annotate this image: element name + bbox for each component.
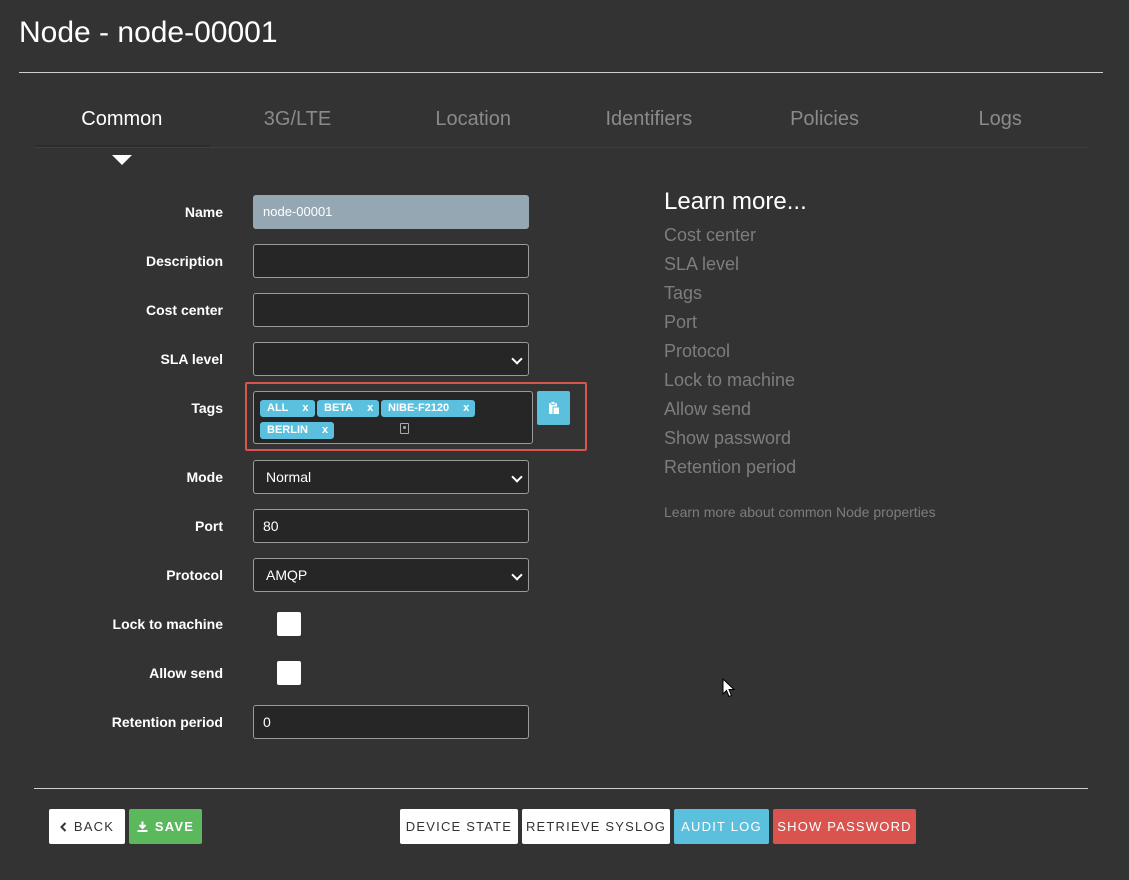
show-password-button[interactable]: SHOW PASSWORD [773,809,916,844]
tag-all: ALL x [260,400,315,417]
tag-remove-icon[interactable]: x [302,402,308,414]
chevron-left-icon [59,821,67,832]
tag-berlin: BERLIN x [260,422,335,439]
allow-send-checkbox[interactable] [277,661,301,685]
mode-value: Normal [266,469,312,485]
clipboard-icon [548,401,560,415]
learn-more-link-protocol[interactable]: Protocol [664,340,796,369]
learn-more-link-cost-center[interactable]: Cost center [664,224,796,253]
port-field[interactable]: 80 [253,509,529,543]
name-row: Name node-00001 [34,195,534,229]
lock-to-machine-row: Lock to machine [34,607,534,641]
tab-logs[interactable]: Logs [912,95,1088,147]
cost-center-field[interactable] [253,293,529,327]
mode-select[interactable]: Normal [253,460,529,494]
learn-more-link-lock-to-machine[interactable]: Lock to machine [664,369,796,398]
sla-level-label: SLA level [160,351,223,367]
retention-period-label: Retention period [111,714,223,730]
protocol-row: Protocol AMQP [34,558,534,592]
port-row: Port 80 [34,509,534,543]
description-label: Description [145,253,223,269]
port-label: Port [195,518,223,534]
retrieve-syslog-button[interactable]: RETRIEVE SYSLOG [522,809,670,844]
paste-tags-button[interactable] [537,391,570,425]
allow-send-label: Allow send [149,665,223,681]
learn-more-link-port[interactable]: Port [664,311,796,340]
back-button[interactable]: BACK [49,809,125,844]
learn-more-link-sla-level[interactable]: SLA level [664,253,796,282]
allow-send-row: Allow send [34,656,534,690]
tab-identifiers[interactable]: Identifiers [561,95,737,147]
title-divider [19,72,1103,73]
tab-location[interactable]: Location [385,95,561,147]
chevron-down-icon [511,569,523,581]
name-label: Name [184,204,223,220]
tags-input[interactable]: ALL x BETA x NIBE-F2120 x BERLIN x [253,391,533,444]
mouse-cursor-icon [722,678,735,698]
cost-center-row: Cost center [34,293,534,327]
download-icon [137,821,148,832]
save-button-label: SAVE [154,819,195,834]
sla-level-select[interactable] [253,342,529,376]
chevron-down-icon [511,353,523,365]
learn-more-title: Learn more... [664,188,807,215]
protocol-label: Protocol [166,567,223,583]
tab-common[interactable]: Common [34,95,210,147]
tag-remove-icon[interactable]: x [322,424,328,436]
mode-label: Mode [186,469,223,485]
learn-more-footer-link[interactable]: Learn more about common Node properties [664,504,936,520]
active-tab-indicator [112,155,132,165]
sla-level-row: SLA level [34,342,534,376]
tag-remove-icon[interactable]: x [463,402,469,414]
page-title: Node - node-00001 [19,16,278,49]
tag-remove-icon[interactable]: x [367,402,373,414]
tag-label: ALL [267,402,289,414]
contact-card-icon [400,423,409,434]
audit-log-button[interactable]: AUDIT LOG [674,809,769,844]
retention-period-row: Retention period 0 [34,705,534,739]
learn-more-link-allow-send[interactable]: Allow send [664,398,796,427]
footer-divider [34,788,1088,789]
tab-bar: Common 3G/LTE Location Identifiers Polic… [34,95,1088,148]
chevron-down-icon [511,471,523,483]
learn-more-list: Cost center SLA level Tags Port Protocol… [664,224,796,485]
tags-label: Tags [191,400,223,416]
cost-center-label: Cost center [145,302,223,318]
save-button[interactable]: SAVE [129,809,202,844]
tab-policies[interactable]: Policies [737,95,913,147]
protocol-select[interactable]: AMQP [253,558,529,592]
tag-label: BETA [324,402,354,414]
tag-nibe-f2120: NIBE-F2120 x [381,400,476,417]
retention-period-field[interactable]: 0 [253,705,529,739]
learn-more-link-retention-period[interactable]: Retention period [664,456,796,485]
description-row: Description [34,244,534,278]
tab-3g-lte[interactable]: 3G/LTE [210,95,386,147]
mode-row: Mode Normal [34,460,534,494]
lock-to-machine-label: Lock to machine [112,616,223,632]
device-state-button[interactable]: DEVICE STATE [400,809,518,844]
description-field[interactable] [253,244,529,278]
learn-more-link-show-password[interactable]: Show password [664,427,796,456]
name-field[interactable]: node-00001 [253,195,529,229]
tag-label: NIBE-F2120 [388,402,450,414]
protocol-value: AMQP [266,567,308,583]
learn-more-link-tags[interactable]: Tags [664,282,796,311]
tag-beta: BETA x [317,400,380,417]
tag-label: BERLIN [267,424,308,436]
back-button-label: BACK [73,819,115,834]
lock-to-machine-checkbox[interactable] [277,612,301,636]
